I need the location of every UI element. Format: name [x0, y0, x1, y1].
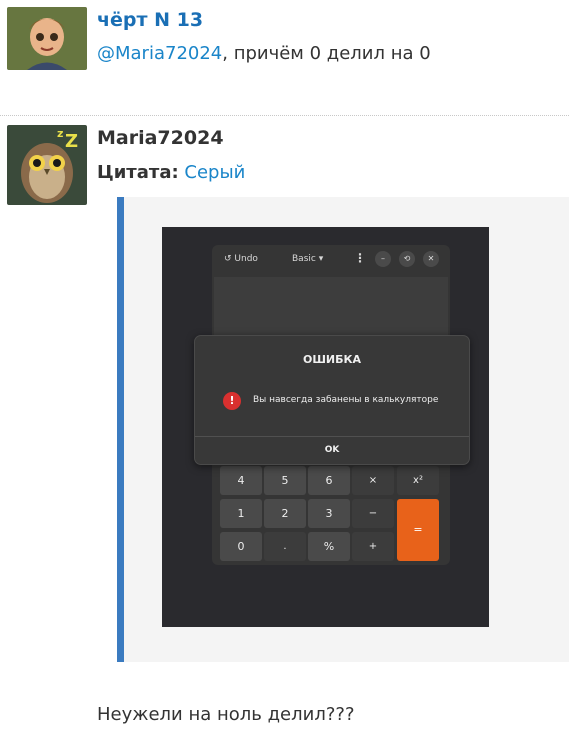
key-4: 4 — [220, 466, 262, 495]
key-5: 5 — [264, 466, 306, 495]
key-equals: = — [397, 499, 439, 561]
forum-post: чёрт N 13 @Maria72024, причём 0 делил на… — [0, 0, 569, 116]
key-0: 0 — [220, 532, 262, 561]
key-minus: − — [352, 499, 394, 528]
avatar[interactable]: Z z — [7, 125, 87, 205]
close-icon: ✕ — [423, 251, 439, 267]
user-mention[interactable]: @Maria72024 — [97, 43, 222, 64]
avatar[interactable] — [7, 7, 87, 70]
dialog-title: ОШИБКА — [302, 353, 362, 366]
key-2: 2 — [264, 499, 306, 528]
error-dialog: ОШИБКА ! Вы навсегда забанены в калькуля… — [194, 335, 470, 465]
svg-text:Z: Z — [65, 131, 78, 152]
dialog-message: Вы навсегда забанены в калькуляторе — [253, 395, 439, 405]
embedded-screenshot[interactable]: ↺ Undo Basic ▾ ⋮ – ⟲ ✕ 4 5 6 × x² 1 2 3 … — [162, 227, 489, 627]
post-body: @Maria72024, причём 0 делил на 0 — [97, 43, 431, 64]
error-icon: ! — [223, 392, 241, 410]
key-6: 6 — [308, 466, 350, 495]
quote-block: ↺ Undo Basic ▾ ⋮ – ⟲ ✕ 4 5 6 × x² 1 2 3 … — [117, 197, 569, 662]
post-author[interactable]: Maria72024 — [97, 127, 224, 149]
quote-author-link[interactable]: Серый — [184, 162, 245, 183]
key-plus: + — [352, 532, 394, 561]
mode-selector: Basic ▾ — [292, 254, 324, 264]
key-square: x² — [397, 466, 439, 495]
forum-post: Z z Maria72024 Цитата: Серый ↺ Undo Basi… — [0, 116, 569, 746]
restore-icon: ⟲ — [399, 251, 415, 267]
ok-button: OK — [324, 445, 340, 455]
quote-header: Цитата: Серый — [97, 162, 245, 183]
key-multiply: × — [352, 466, 394, 495]
menu-icon: ⋮ — [354, 251, 366, 265]
minimize-icon: – — [375, 251, 391, 267]
undo-button: ↺ Undo — [224, 254, 258, 264]
svg-text:z: z — [57, 127, 63, 140]
quote-label: Цитата: — [97, 162, 179, 183]
key-decimal: . — [264, 532, 306, 561]
post-author[interactable]: чёрт N 13 — [97, 9, 203, 31]
key-3: 3 — [308, 499, 350, 528]
key-1: 1 — [220, 499, 262, 528]
post-text: Неужели на ноль делил??? — [97, 704, 355, 725]
key-percent: % — [308, 532, 350, 561]
post-text: , причём 0 делил на 0 — [222, 43, 431, 64]
calculator-display — [214, 277, 448, 337]
calculator-toolbar: ↺ Undo Basic ▾ ⋮ – ⟲ ✕ — [212, 245, 450, 275]
